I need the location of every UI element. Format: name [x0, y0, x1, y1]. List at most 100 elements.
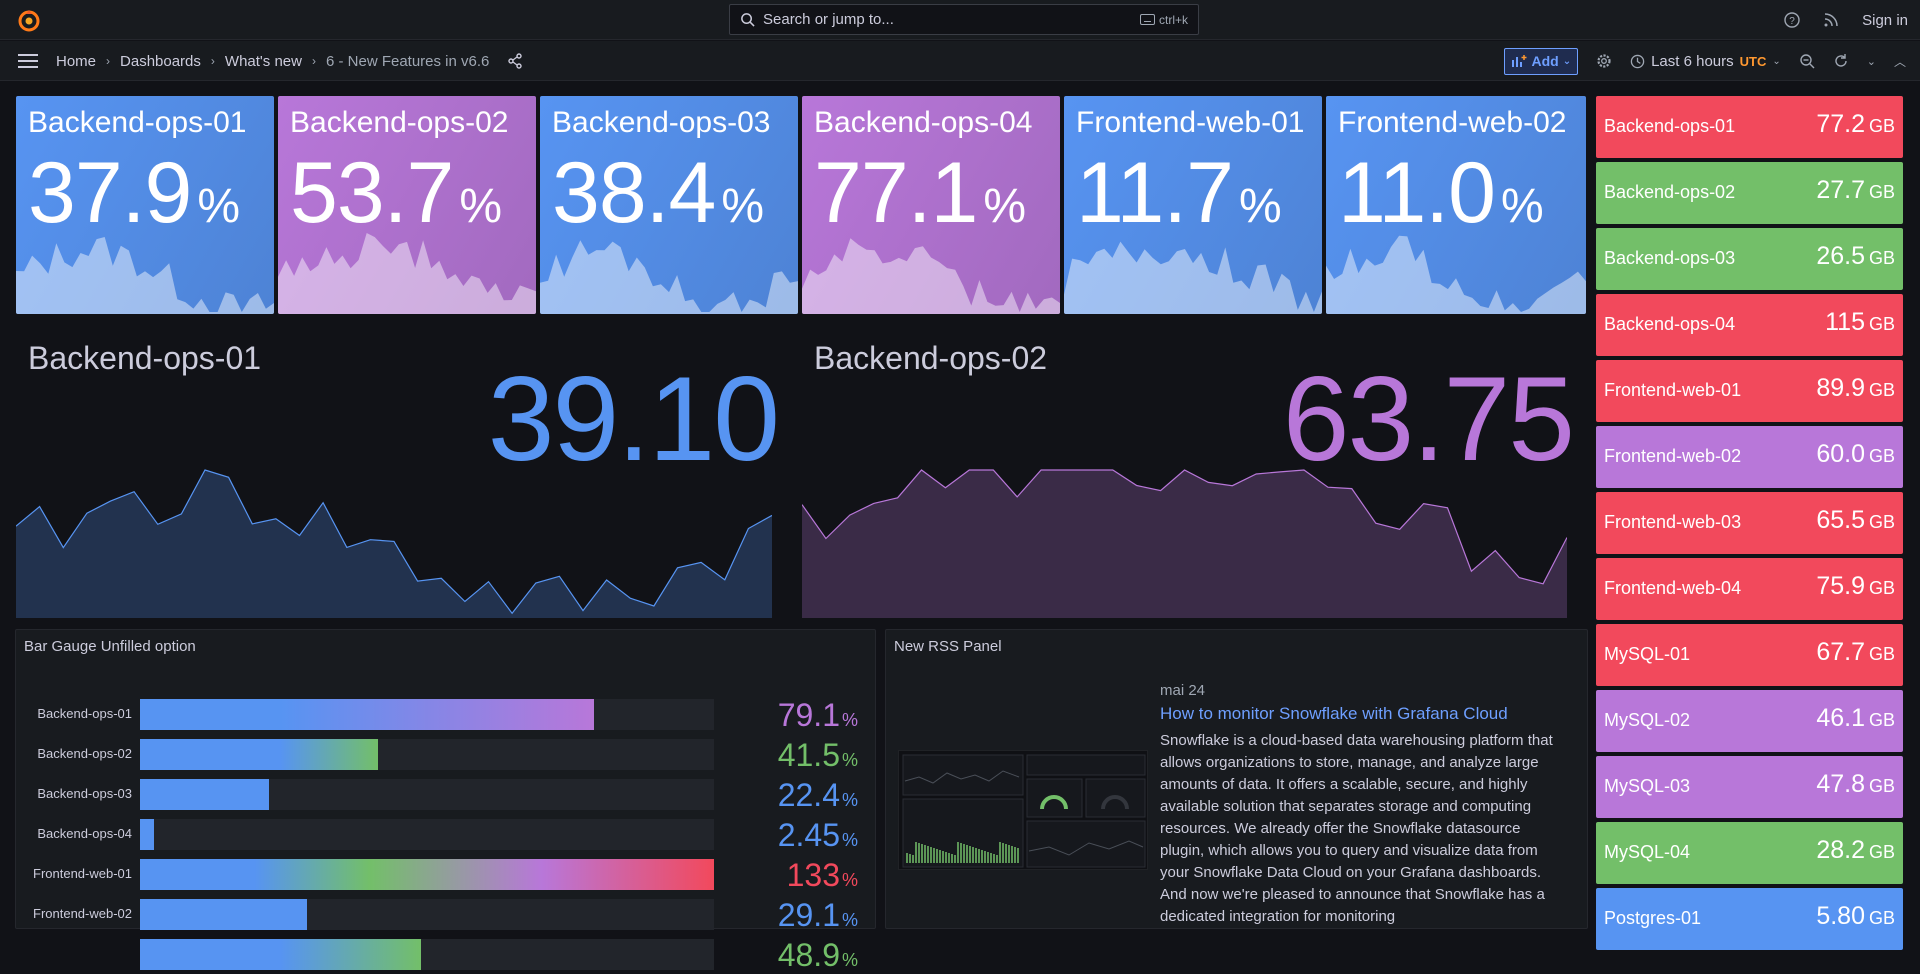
- bar-gauge-row: Backend-ops-04 2.45%: [16, 817, 876, 853]
- storage-value-unit: GB: [1868, 776, 1895, 796]
- storage-item-name: Backend-ops-02: [1604, 182, 1736, 202]
- storage-stat-item[interactable]: MySQL-02 46.1 GB: [1596, 690, 1903, 752]
- big-stat-sparkline: [16, 469, 772, 618]
- storage-item-value: 28.2 GB: [1816, 836, 1895, 865]
- menu-icon[interactable]: [18, 53, 38, 69]
- bar-gauge-label: Frontend-web-01: [33, 866, 132, 881]
- chevron-down-icon: ⌄: [1772, 55, 1781, 67]
- bar-gauge-fill: [140, 859, 714, 890]
- bar-value-unit: %: [841, 710, 858, 730]
- big-stat-panel[interactable]: Backend-ops-02 63.75: [802, 330, 1587, 618]
- search-shortcut: ctrl+k: [1139, 13, 1188, 27]
- article-body: Snowflake is a cloud-based data warehous…: [1160, 732, 1553, 925]
- search-placeholder: Search or jump to...: [763, 11, 894, 28]
- top-right-actions: ? Sign in: [1784, 0, 1908, 40]
- rss-panel[interactable]: New RSS Panel mai 24 How to monitor Snow…: [885, 629, 1588, 929]
- stat-tile-title: Backend-ops-04: [814, 106, 1033, 139]
- add-button-label: Add: [1531, 53, 1559, 69]
- breadcrumb-current: 6 - New Features in v6.6: [325, 52, 490, 70]
- grafana-logo-icon[interactable]: [17, 8, 41, 32]
- sparkline-area: [1326, 235, 1586, 314]
- storage-value-unit: GB: [1868, 446, 1895, 466]
- bar-value-unit: %: [841, 830, 858, 850]
- stat-tile[interactable]: Backend-ops-04 77.1%: [802, 96, 1060, 314]
- storage-value-number: 75.9: [1816, 572, 1865, 600]
- stat-tile[interactable]: Backend-ops-03 38.4%: [540, 96, 798, 314]
- bar-gauge-fill: [140, 899, 307, 930]
- dashboard-controls: Add ⌄ Last 6 hours UTC ⌄ ⌄ ︿: [1504, 41, 1906, 81]
- storage-value-unit: GB: [1868, 248, 1895, 268]
- storage-item-name: MySQL-03: [1604, 776, 1691, 796]
- bar-value-number: 48.9: [777, 937, 840, 973]
- storage-stat-item[interactable]: Postgres-01 5.80 GB: [1596, 888, 1903, 950]
- storage-item-value: 47.8 GB: [1816, 770, 1895, 799]
- storage-value-unit: GB: [1868, 578, 1895, 598]
- share-icon[interactable]: [507, 53, 523, 69]
- article-headline-link[interactable]: How to monitor Snowflake with Grafana Cl…: [1160, 704, 1508, 724]
- storage-item-value: 27.7 GB: [1816, 176, 1895, 205]
- storage-item-value: 26.5 GB: [1816, 242, 1895, 271]
- bar-gauge-rows: Backend-ops-01 79.1% Backend-ops-02 41.5%…: [16, 670, 877, 973]
- breadcrumb-dashboards[interactable]: Dashboards: [120, 53, 201, 70]
- add-button[interactable]: Add ⌄: [1504, 47, 1579, 75]
- sparkline-area: [802, 470, 1567, 618]
- stat-tile-title: Backend-ops-02: [290, 106, 509, 139]
- storage-stat-item[interactable]: Frontend-web-01 89.9 GB: [1596, 360, 1903, 422]
- storage-stat-item[interactable]: Frontend-web-04 75.9 GB: [1596, 558, 1903, 620]
- bar-gauge-fill: [140, 779, 269, 810]
- stat-tile[interactable]: Frontend-web-01 11.7%: [1064, 96, 1322, 314]
- breadcrumb-home[interactable]: Home: [56, 53, 96, 70]
- sign-in-link[interactable]: Sign in: [1862, 12, 1908, 29]
- sparkline-area: [16, 470, 772, 618]
- storage-stat-item[interactable]: Backend-ops-04 115 GB: [1596, 294, 1903, 356]
- zoom-out-icon[interactable]: [1799, 53, 1815, 69]
- storage-stat-item[interactable]: MySQL-01 67.7 GB: [1596, 624, 1903, 686]
- storage-item-name: Backend-ops-01: [1604, 116, 1736, 136]
- storage-stat-item[interactable]: MySQL-03 47.8 GB: [1596, 756, 1903, 818]
- storage-item-name: Frontend-web-04: [1604, 578, 1742, 598]
- bar-gauge-value: 79.1%: [778, 697, 858, 734]
- refresh-interval-chevron-icon[interactable]: ⌄: [1867, 55, 1876, 68]
- help-icon[interactable]: ?: [1784, 12, 1800, 28]
- stat-tile-title: Frontend-web-02: [1338, 106, 1567, 139]
- bar-gauge-panel[interactable]: Bar Gauge Unfilled option Backend-ops-01…: [15, 629, 877, 973]
- settings-gear-icon[interactable]: [1596, 53, 1612, 69]
- chevron-down-icon: ⌄: [1562, 55, 1572, 67]
- article-thumbnail: [898, 750, 1148, 870]
- panel-title: Bar Gauge Unfilled option: [24, 638, 196, 655]
- storage-stat-item[interactable]: Frontend-web-02 60.0 GB: [1596, 426, 1903, 488]
- stat-tile[interactable]: Backend-ops-01 37.9%: [16, 96, 274, 314]
- add-panel-icon: [1512, 55, 1527, 67]
- bar-value-unit: %: [841, 870, 858, 890]
- top-bar: Search or jump to... ctrl+k ? Sign in: [0, 0, 1920, 40]
- bar-gauge-row: Frontend-web-01 133%: [16, 857, 876, 893]
- storage-stat-item[interactable]: Backend-ops-03 26.5 GB: [1596, 228, 1903, 290]
- storage-stat-item[interactable]: MySQL-04 28.2 GB: [1596, 822, 1903, 884]
- stat-tile[interactable]: Frontend-web-02 11.0%: [1326, 96, 1586, 314]
- storage-value-number: 5.80: [1816, 902, 1865, 930]
- rss-icon[interactable]: [1824, 13, 1838, 27]
- storage-value-number: 26.5: [1816, 242, 1865, 270]
- keyboard-icon: [1139, 14, 1155, 25]
- storage-stat-item[interactable]: Frontend-web-03 65.5 GB: [1596, 492, 1903, 554]
- dashboard-nav-bar: Home › Dashboards › What's new › 6 - New…: [0, 41, 1920, 81]
- bar-value-unit: %: [841, 950, 858, 970]
- refresh-icon[interactable]: [1833, 53, 1849, 69]
- bar-value-unit: %: [841, 910, 858, 930]
- collapse-chevron-up-icon[interactable]: ︿: [1894, 53, 1906, 70]
- stat-tile-title: Frontend-web-01: [1076, 106, 1305, 139]
- storage-value-unit: GB: [1868, 710, 1895, 730]
- storage-value-number: 89.9: [1816, 374, 1865, 402]
- time-picker[interactable]: Last 6 hours UTC ⌄: [1630, 53, 1781, 70]
- storage-item-name: Backend-ops-04: [1604, 314, 1736, 334]
- storage-stat-item[interactable]: Backend-ops-01 77.2 GB: [1596, 96, 1903, 158]
- storage-stat-item[interactable]: Backend-ops-02 27.7 GB: [1596, 162, 1903, 224]
- sparkline-area: [278, 233, 536, 314]
- sparkline-area: [802, 238, 1060, 314]
- stat-tile[interactable]: Backend-ops-02 53.7%: [278, 96, 536, 314]
- storage-item-name: Frontend-web-01: [1604, 380, 1742, 400]
- big-stat-panel[interactable]: Backend-ops-01 39.10: [16, 330, 792, 618]
- search-input[interactable]: Search or jump to... ctrl+k: [729, 4, 1199, 35]
- breadcrumb-whats-new[interactable]: What's new: [225, 53, 302, 70]
- storage-value-number: 27.7: [1816, 176, 1865, 204]
